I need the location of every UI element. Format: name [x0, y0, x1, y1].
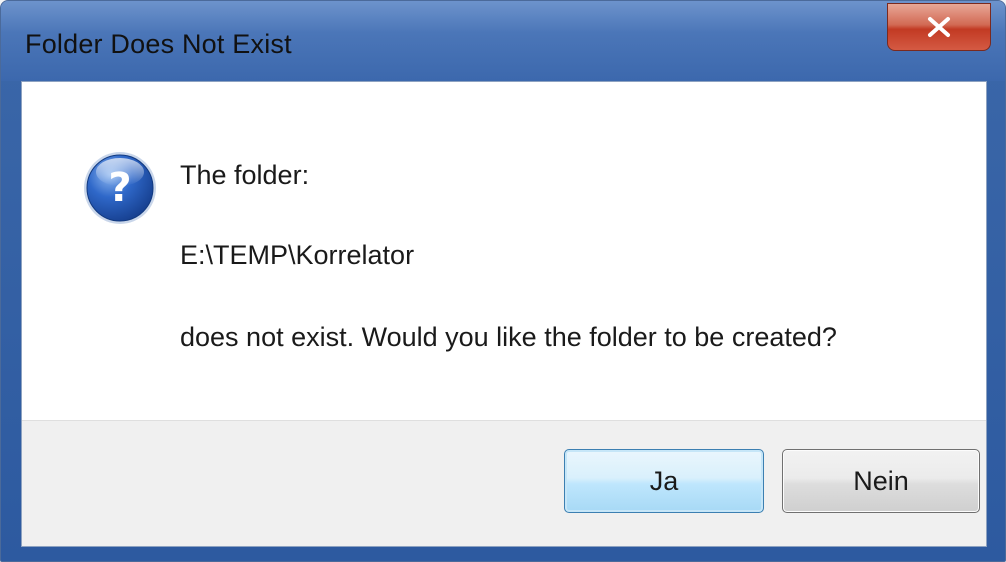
message-line-3: does not exist. Would you like the folde… — [180, 322, 837, 352]
dialog-body: ? The folder: E:\TEMP\Korrelator does no… — [21, 81, 987, 547]
svg-text:?: ? — [108, 165, 131, 211]
close-button[interactable] — [887, 3, 991, 51]
yes-button[interactable]: Ja — [564, 449, 764, 513]
folder-path: E:\TEMP\Korrelator — [180, 240, 415, 270]
dialog-window: Folder Does Not Exist ? The folder: E:\T… — [0, 0, 1006, 562]
no-button[interactable]: Nein — [782, 449, 980, 513]
title-bar[interactable]: Folder Does Not Exist — [1, 1, 1005, 81]
message-area: ? The folder: E:\TEMP\Korrelator does no… — [22, 82, 986, 420]
button-bar: Ja Nein — [22, 420, 986, 546]
close-icon — [928, 17, 950, 37]
window-title: Folder Does Not Exist — [25, 29, 292, 59]
question-icon: ? — [84, 152, 156, 224]
message-line-1: The folder: — [180, 160, 310, 190]
